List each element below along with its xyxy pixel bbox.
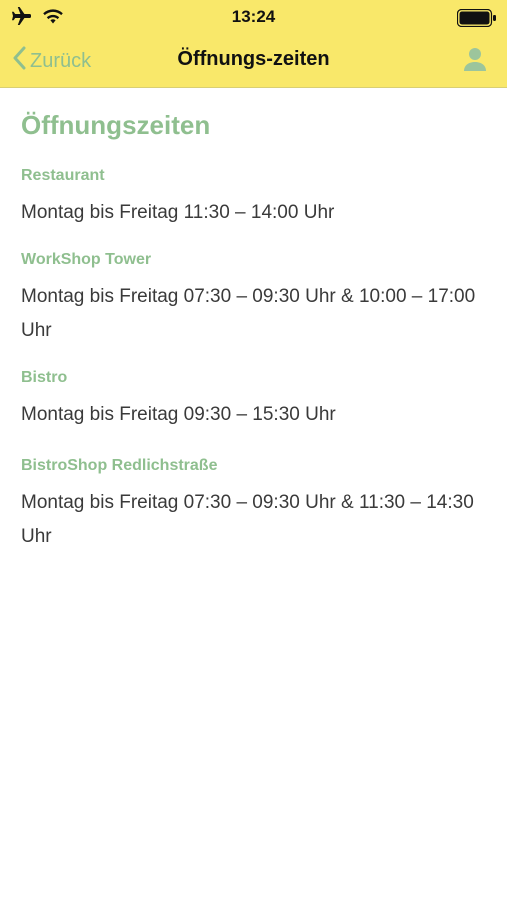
main-content: Öffnungszeiten Restaurant Montag bis Fre…: [21, 108, 491, 574]
section-bistroshop-redlichstrasse: BistroShop Redlichstraße Montag bis Frei…: [21, 456, 491, 554]
section-restaurant: Restaurant Montag bis Freitag 11:30 – 14…: [21, 166, 491, 230]
status-time: 13:24: [231, 7, 276, 26]
section-bistro: Bistro Montag bis Freitag 09:30 – 15:30 …: [21, 368, 491, 432]
user-icon: [464, 48, 486, 71]
section-hours: Montag bis Freitag 11:30 – 14:00 Uhr: [21, 202, 335, 223]
section-title: Bistro: [21, 369, 68, 386]
status-bar: 13:24: [0, 0, 507, 36]
section-hours: Montag bis Freitag 07:30 – 09:30 Uhr & 1…: [21, 492, 474, 547]
section-hours: Montag bis Freitag 09:30 – 15:30 Uhr: [21, 404, 336, 425]
section-title: Restaurant: [21, 167, 105, 184]
section-workshop-tower: WorkShop Tower Montag bis Freitag 07:30 …: [21, 250, 491, 348]
profile-button[interactable]: [463, 46, 487, 77]
section-title: BistroShop Redlichstraße: [21, 457, 218, 474]
section-title: WorkShop Tower: [21, 251, 152, 268]
page-title: Öffnungszeiten: [21, 110, 211, 140]
page-title-nav: Öffnungs-zeiten: [177, 48, 330, 70]
section-hours: Montag bis Freitag 07:30 – 09:30 Uhr & 1…: [21, 286, 476, 341]
navigation-bar: Zurück Öffnungs-zeiten: [0, 36, 507, 86]
battery-icon: [456, 8, 497, 32]
top-bar: 13:24 Zurück Öffnungs-zeiten: [0, 0, 507, 88]
